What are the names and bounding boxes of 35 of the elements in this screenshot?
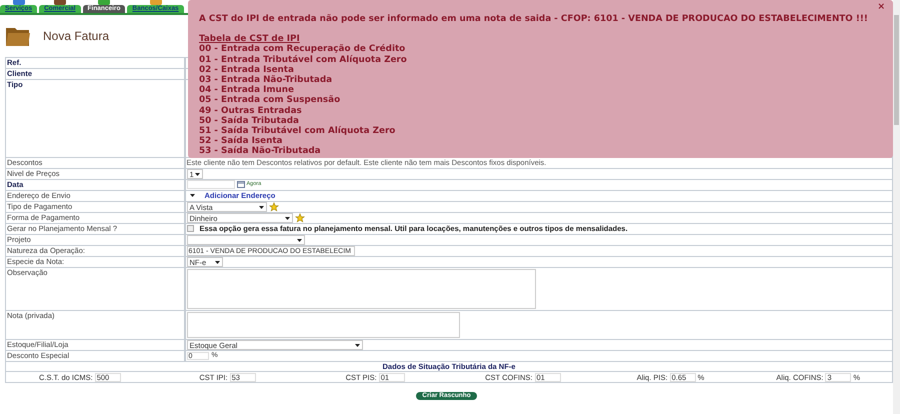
text-area[interactable]: [186, 312, 460, 338]
caret-icon: [190, 194, 195, 197]
caret-icon: [214, 260, 220, 264]
cst-code-line: 03 - Entrada Não-Tributada: [199, 75, 334, 86]
cst-code-line: 51 - Saída Tributável com Alíquota Zero: [199, 126, 396, 136]
tab-icon: [150, 0, 162, 5]
page-title: Nova Fatura: [43, 28, 110, 45]
caret-icon: [284, 216, 290, 220]
cst-code-line: 04 - Entrada Imune: [199, 85, 294, 96]
scrollbar[interactable]: [893, 0, 900, 414]
caret-icon: [258, 206, 264, 208]
cst-code-line: 02 - Entrada Isenta: [199, 64, 295, 75]
text-area[interactable]: [186, 269, 536, 309]
cst-code-line: 49 - Outras Entradas: [199, 106, 303, 116]
tab-icon: [54, 0, 66, 5]
alert-title: A CST do IPI de entrada não pode ser informado em uma nota de saida - CFOP: 6101 - VENDA DE PRODUCAO DO ESTABELECIMENTO !!!: [199, 14, 868, 24]
cst-code-line: 50 - Saída Tributada: [199, 116, 300, 126]
caret-icon: [194, 172, 200, 176]
folder-icon: [5, 25, 31, 47]
star-icon[interactable]: [294, 213, 304, 223]
close-button[interactable]: ×: [877, 2, 885, 12]
date-field[interactable]: [186, 180, 234, 189]
tab-icon: [98, 0, 110, 5]
table-heading: Tabela de CST de IPI: [199, 34, 300, 44]
caret-icon: [296, 238, 302, 242]
checkbox[interactable]: [186, 225, 194, 232]
tab-icon: [12, 0, 25, 5]
caret-icon: [354, 344, 360, 346]
cst-code-line: 00 - Entrada com Recuperação de Crédito: [199, 44, 406, 55]
cst-code-line: 52 - Saída Isenta: [199, 136, 282, 146]
calendar-icon[interactable]: [236, 181, 244, 188]
cst-code-line: 05 - Entrada com Suspensão: [199, 95, 342, 106]
star-icon[interactable]: [268, 202, 278, 212]
cst-code-line: 53 - Saída Não-Tributada: [199, 146, 322, 157]
cst-code-line: 01 - Entrada Tributável com Alíquota Zero: [199, 54, 408, 65]
